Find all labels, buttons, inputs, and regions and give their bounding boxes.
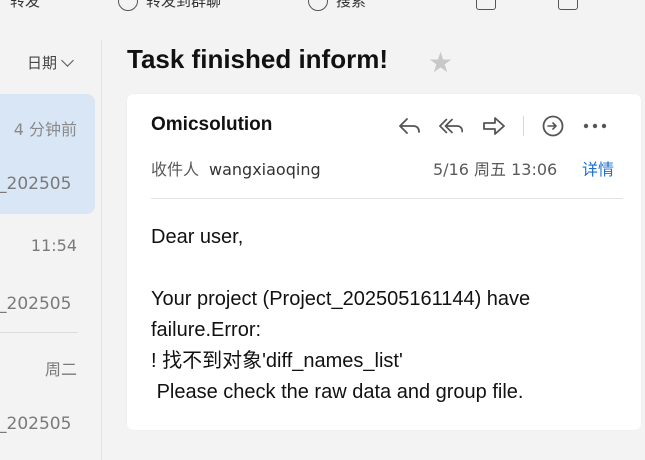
body-line-object: ! 找不到对象'diff_names_list' — [151, 350, 403, 372]
message-actions — [397, 112, 608, 140]
forward-icon — [483, 117, 505, 135]
toolbar-window-button[interactable] — [476, 0, 496, 10]
list-item-time: 4 分钟前 — [13, 120, 77, 139]
search-icon — [308, 0, 328, 11]
more-icon — [583, 123, 607, 129]
message-card: Omicsolution 收件人 wangxiaoqing 5/16 周五 13… — [127, 94, 641, 430]
reply-all-icon — [439, 118, 464, 134]
reply-icon — [399, 118, 420, 134]
list-item[interactable]: 4 分钟前 _202505 — [0, 94, 95, 214]
comment-button[interactable] — [540, 113, 566, 139]
chevron-down-icon — [61, 54, 74, 67]
list-item-subject: _202505 — [0, 294, 72, 314]
list-item-time: 11:54 — [30, 236, 77, 255]
toolbar-forward-chat-button[interactable]: 转发到群聊 — [118, 0, 221, 11]
message-list: 日期 4 分钟前 _202505 11:54 _202505 周二 _20250… — [0, 40, 100, 460]
recipient-name[interactable]: wangxiaoqing — [209, 160, 321, 179]
sort-label: 日期 — [26, 54, 57, 72]
pane-divider — [101, 40, 102, 460]
toolbar-search-label: 搜索 — [336, 0, 367, 10]
list-divider — [0, 332, 78, 333]
recipient-row: 收件人 wangxiaoqing — [151, 156, 321, 180]
actions-divider — [523, 116, 524, 136]
message-date: 5/16 周五 13:06 — [433, 160, 558, 179]
list-item-subject: _202505 — [0, 414, 72, 434]
body-line-error: Your project (Project_202505161144) have… — [151, 288, 536, 341]
toolbar-layout-button[interactable] — [558, 0, 578, 10]
sender-name[interactable]: Omicsolution — [151, 114, 272, 136]
details-link[interactable]: 详情 — [582, 156, 614, 180]
reply-all-button[interactable] — [439, 113, 465, 139]
more-button[interactable] — [582, 113, 608, 139]
window-icon — [476, 0, 496, 10]
toolbar-forward-chat-label: 转发到群聊 — [146, 0, 222, 10]
toolbar-forward-label: 转发 — [10, 0, 41, 10]
comment-icon — [542, 115, 564, 137]
list-item[interactable]: 周二 _202505 — [0, 334, 95, 454]
toolbar-forward-button[interactable]: 转发 — [10, 0, 40, 11]
message-body: Dear user, Your project (Project_2025051… — [151, 222, 621, 408]
top-toolbar: 转发 转发到群聊 搜索 — [0, 0, 645, 14]
list-item-subject: _202505 — [0, 174, 72, 194]
reply-button[interactable] — [397, 113, 423, 139]
body-greeting: Dear user, — [151, 226, 244, 248]
forward-button[interactable] — [481, 113, 507, 139]
toolbar-search-button[interactable]: 搜索 — [308, 0, 366, 11]
sort-by-date-button[interactable]: 日期 — [26, 52, 74, 73]
header-divider — [151, 198, 623, 199]
star-icon[interactable]: ★ — [428, 46, 453, 79]
layout-icon — [558, 0, 578, 10]
message-subject: Task finished inform! — [127, 44, 388, 74]
list-item-time: 周二 — [44, 360, 77, 379]
recipient-label: 收件人 — [151, 160, 200, 179]
body-line-instructions: Please check the raw data and group file… — [151, 381, 524, 403]
list-item[interactable]: 11:54 _202505 — [0, 214, 95, 334]
chat-icon — [118, 0, 138, 11]
